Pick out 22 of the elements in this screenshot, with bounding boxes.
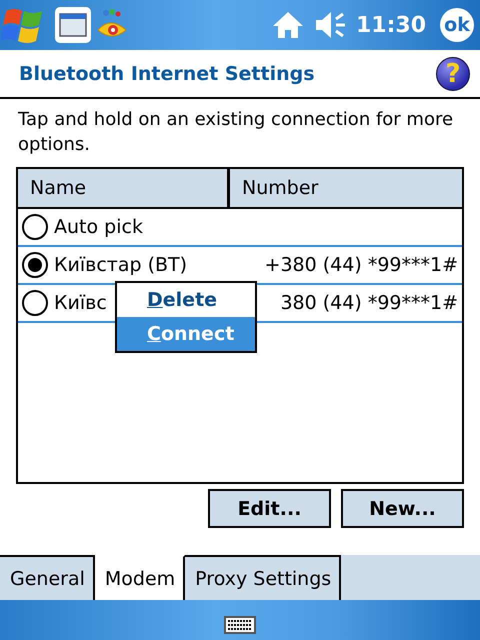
tab[interactable]: Modem bbox=[94, 555, 186, 600]
action-button[interactable]: New... bbox=[341, 489, 464, 528]
connection-name[interactable]: Київстар (BT) bbox=[54, 254, 188, 276]
keyboard-icon[interactable] bbox=[224, 616, 256, 634]
column-header[interactable]: Number bbox=[227, 169, 462, 207]
window-icon[interactable] bbox=[54, 6, 92, 44]
action-button[interactable]: Edit... bbox=[208, 489, 331, 528]
radio-button[interactable] bbox=[22, 214, 48, 240]
tab[interactable]: Proxy Settings bbox=[185, 555, 342, 600]
tab[interactable]: General bbox=[0, 555, 95, 600]
ok-button[interactable]: ok bbox=[440, 8, 474, 42]
radio-button[interactable] bbox=[22, 290, 48, 316]
page-title: Bluetooth Internet Settings bbox=[19, 62, 316, 84]
radio-button[interactable] bbox=[22, 252, 48, 278]
connection-name[interactable]: Auto pick bbox=[54, 216, 143, 238]
connection-name[interactable]: Київс bbox=[54, 292, 107, 314]
phone-number: 380 (44) *99***1# bbox=[279, 292, 459, 314]
instruction-text: Tap and hold on an existing connection for more options. bbox=[18, 108, 454, 157]
clock-time[interactable]: 11:30 bbox=[356, 12, 426, 38]
column-header[interactable]: Name bbox=[18, 169, 227, 207]
home-icon[interactable] bbox=[272, 10, 304, 40]
phone-number: +380 (44) *99***1# bbox=[264, 254, 459, 276]
